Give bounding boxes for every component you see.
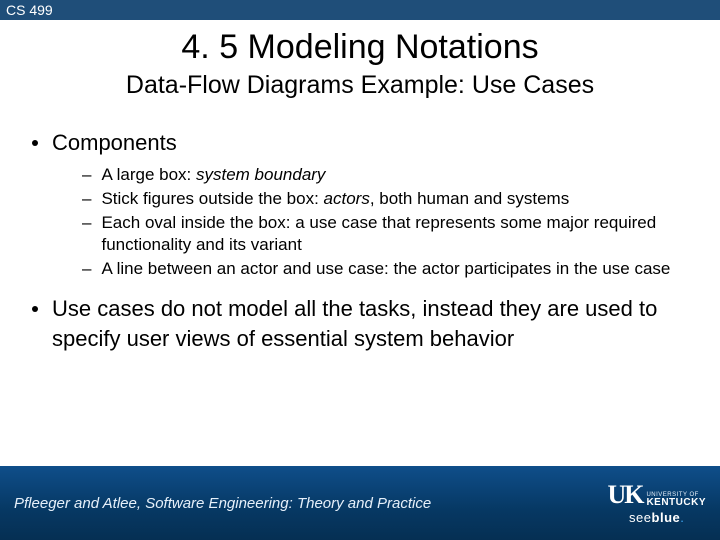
course-header: CS 499 [0, 0, 720, 20]
footer-bar: Pfleeger and Atlee, Software Engineering… [0, 466, 720, 540]
list-item: Use cases do not model all the tasks, in… [28, 294, 692, 353]
sub-bullet-text: A line between an actor and use case: th… [101, 258, 670, 280]
dash-icon: – [82, 258, 91, 280]
dash-icon: – [82, 164, 91, 186]
university-logo: UK UNIVERSITY OF KENTUCKY seeblue. [607, 482, 706, 525]
list-item: – Each oval inside the box: a use case t… [82, 212, 692, 256]
list-item: – Stick figures outside the box: actors,… [82, 188, 692, 210]
uk-monogram: UK [607, 482, 642, 508]
bullet-text: Components [52, 128, 177, 158]
slide-subtitle: Data-Flow Diagrams Example: Use Cases [0, 71, 720, 100]
uk-wordmark: UNIVERSITY OF KENTUCKY [646, 492, 706, 508]
slide-body: Components – A large box: system boundar… [28, 128, 692, 354]
list-item: Components [28, 128, 692, 158]
list-item: – A line between an actor and use case: … [82, 258, 692, 280]
dash-icon: – [82, 212, 91, 234]
bullet-icon [32, 140, 38, 146]
dash-icon: – [82, 188, 91, 210]
footer-citation: Pfleeger and Atlee, Software Engineering… [14, 495, 431, 512]
sub-bullet-text: Stick figures outside the box: actors, b… [101, 188, 569, 210]
tagline: seeblue. [629, 510, 684, 525]
sub-bullet-text: Each oval inside the box: a use case tha… [101, 212, 692, 256]
bullet-icon [32, 306, 38, 312]
title-block: 4. 5 Modeling Notations Data-Flow Diagra… [0, 28, 720, 100]
bullet-text: Use cases do not model all the tasks, in… [52, 294, 692, 353]
slide-title: 4. 5 Modeling Notations [0, 28, 720, 67]
course-code: CS 499 [6, 2, 53, 18]
sub-bullet-text: A large box: system boundary [101, 164, 325, 186]
sub-list: – A large box: system boundary – Stick f… [82, 164, 692, 280]
uk-logo-mark: UK UNIVERSITY OF KENTUCKY [607, 482, 706, 508]
list-item: – A large box: system boundary [82, 164, 692, 186]
